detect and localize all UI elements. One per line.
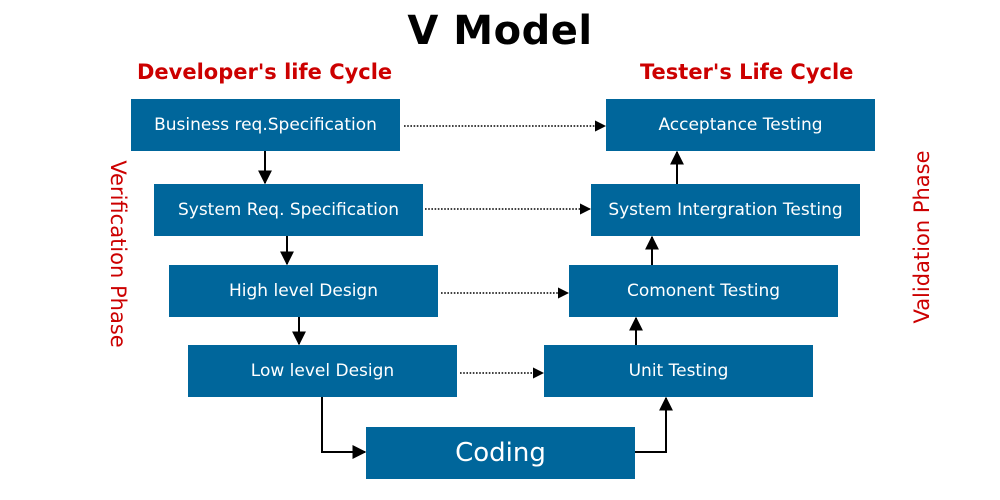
- connectors: [258, 120, 684, 459]
- stage-label: Comonent Testing: [626, 281, 781, 301]
- stage-label: Acceptance Testing: [658, 115, 823, 135]
- stage-label: System Req. Specification: [177, 200, 400, 220]
- stage-system-integration-testing: System Intergration Testing: [591, 184, 860, 236]
- stage-component-testing: Comonent Testing: [569, 265, 838, 317]
- stage-unit-testing: Unit Testing: [544, 345, 813, 397]
- stage-label: Coding: [455, 438, 546, 468]
- stage-high-level-design: High level Design: [169, 265, 438, 317]
- stage-coding: Coding: [366, 427, 635, 479]
- stage-system-req-specification: System Req. Specification: [154, 184, 423, 236]
- arrow-lld-to-coding: [321, 397, 367, 459]
- stage-low-level-design: Low level Design: [188, 345, 457, 397]
- verification-phase-label: Verification Phase: [106, 160, 130, 348]
- stage-label: Unit Testing: [628, 361, 729, 381]
- stage-business-req-specification: Business req.Specification: [131, 99, 400, 151]
- stage-label: System Intergration Testing: [608, 200, 843, 220]
- validation-phase-label: Validation Phase: [910, 150, 934, 324]
- stage-acceptance-testing: Acceptance Testing: [606, 99, 875, 151]
- stage-label: Low level Design: [250, 361, 395, 381]
- stage-label: High level Design: [229, 281, 378, 301]
- stage-label: Business req.Specification: [154, 115, 377, 135]
- arrow-coding-to-unit: [635, 396, 673, 453]
